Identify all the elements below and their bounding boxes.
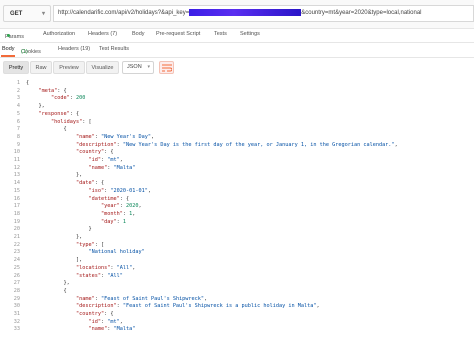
format-label: JSON — [127, 64, 142, 70]
url-input[interactable]: http://calendarific.com/api/v2/holidays?… — [53, 5, 474, 22]
params-active-dot-icon — [7, 34, 10, 37]
raw-button[interactable]: Raw — [30, 61, 52, 74]
redacted-api-key — [189, 8, 302, 16]
line-number: 33 — [13, 326, 20, 333]
preview-button[interactable]: Preview — [53, 61, 85, 74]
tab-settings[interactable]: Settings — [240, 31, 260, 37]
chevron-down-icon: ▾ — [41, 11, 45, 17]
chevron-down-icon: ▾ — [147, 64, 150, 70]
wrap-lines-button[interactable] — [159, 61, 174, 74]
tab-pre-request-script[interactable]: Pre-request Script — [156, 31, 200, 37]
url-suffix: &country=mt&year=2020&type=local,nationa… — [301, 10, 422, 16]
response-tabs: Body Cookies (1) Headers (19) Test Resul… — [0, 43, 474, 57]
response-toolbar: Pretty Raw Preview Visualize JSON ▾ — [0, 58, 474, 78]
method-select[interactable]: GET ▾ — [3, 5, 51, 22]
tab-authorization[interactable]: Authorization — [43, 31, 75, 37]
tab-response-body[interactable]: Body — [2, 46, 15, 52]
format-select[interactable]: JSON ▾ — [122, 61, 154, 74]
tab-headers[interactable]: Headers (7) — [88, 31, 117, 37]
tab-response-headers[interactable]: Headers (19) — [58, 46, 90, 52]
url-prefix: http://calendarific.com/api/v2/holidays?… — [58, 10, 190, 16]
method-label: GET — [10, 11, 23, 17]
request-bar: GET ▾ http://calendarific.com/api/v2/hol… — [0, 0, 474, 29]
response-body-viewer[interactable]: 1{2 "meta": {3 "code": 200 4 }, 5 "respons… — [0, 79, 474, 339]
visualize-button[interactable]: Visualize — [86, 61, 119, 74]
tab-test-results[interactable]: Test Results — [99, 46, 129, 52]
cookies-count: (1) — [21, 49, 28, 55]
code-text: "name": "Malta" — [88, 326, 136, 333]
request-tabs: Params Authorization Headers (7) Body Pr… — [0, 28, 474, 42]
tab-tests[interactable]: Tests — [214, 31, 227, 37]
pretty-button[interactable]: Pretty — [3, 61, 29, 74]
wrap-lines-icon — [162, 64, 172, 72]
tab-body[interactable]: Body — [132, 31, 145, 37]
